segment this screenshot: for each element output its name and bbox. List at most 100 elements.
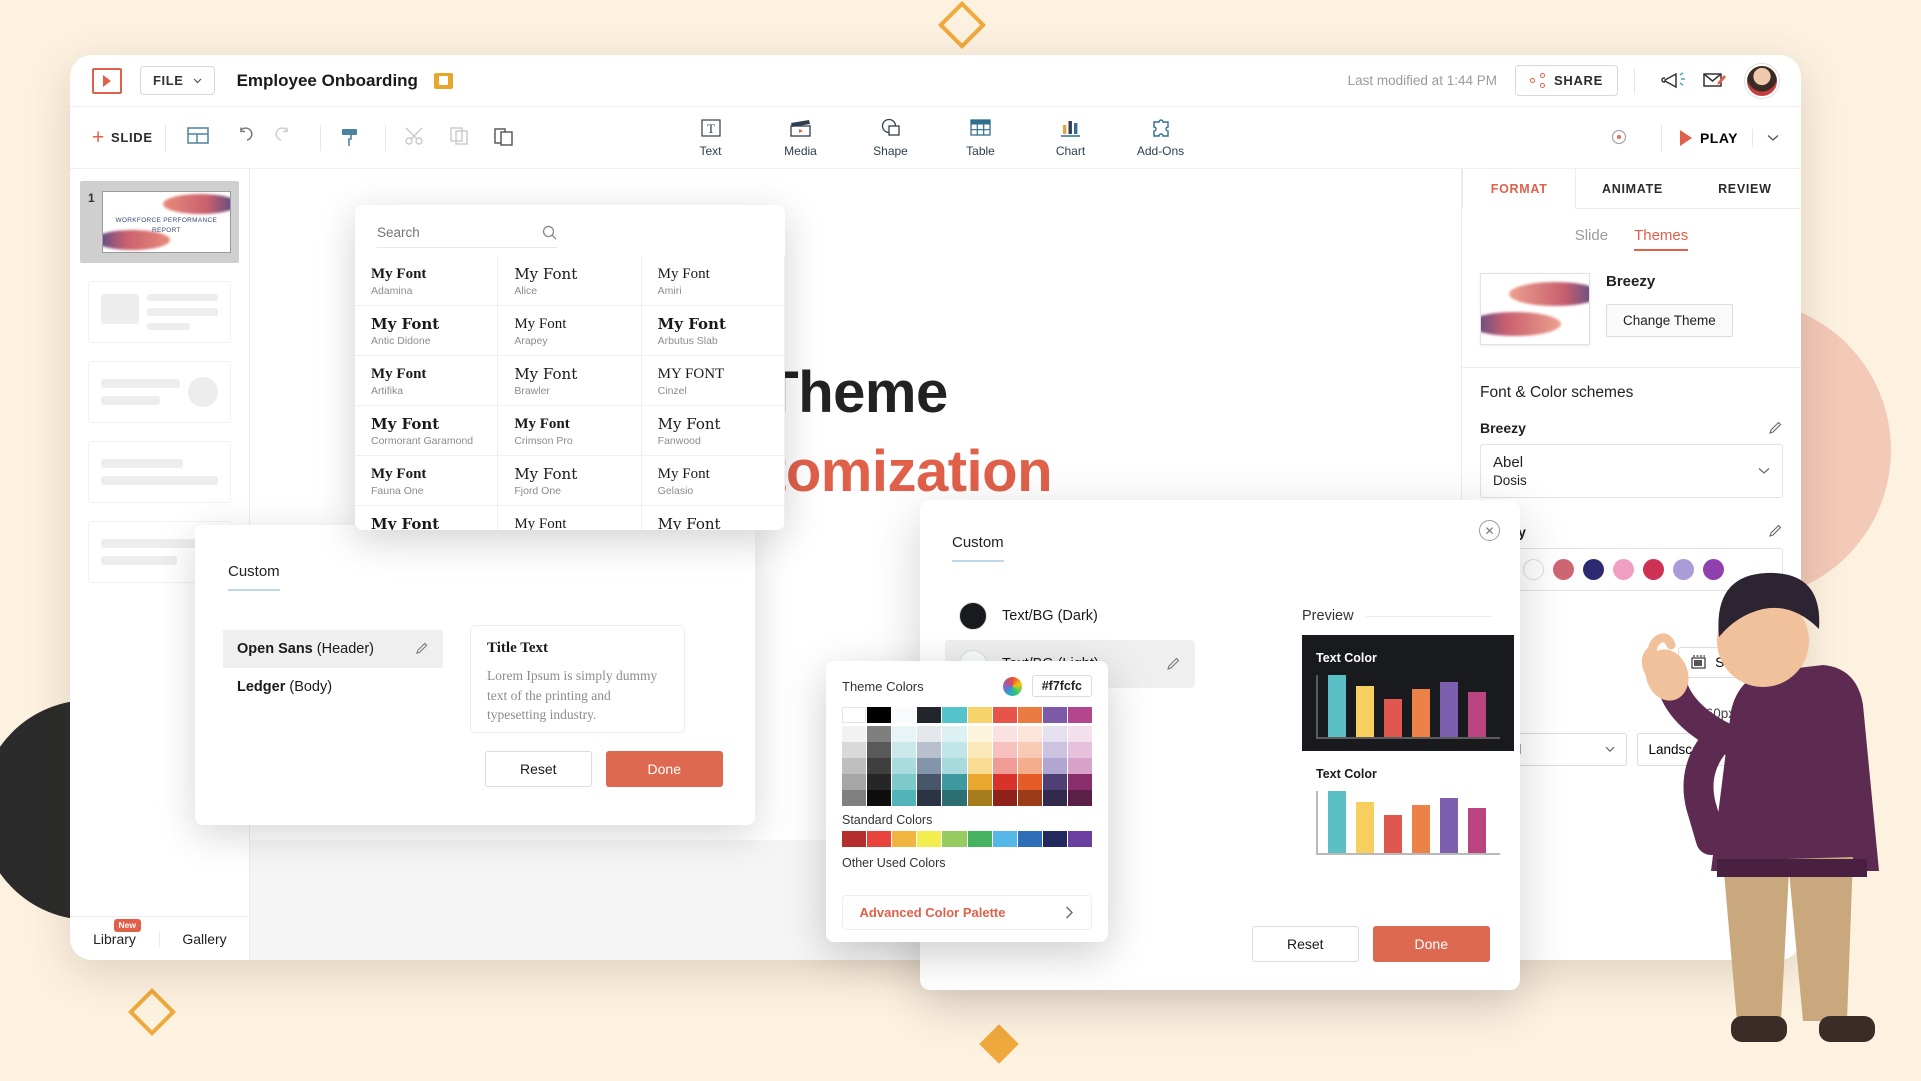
copy-icon[interactable]: [449, 126, 475, 150]
insert-media-button[interactable]: Media: [773, 117, 829, 158]
font-role-item[interactable]: Ledger (Body): [223, 668, 443, 706]
theme-color-swatch[interactable]: [867, 774, 892, 790]
play-button[interactable]: PLAY: [1679, 129, 1738, 146]
theme-color-swatch[interactable]: [1017, 742, 1042, 758]
hex-value-input[interactable]: #f7fcfc: [1031, 675, 1092, 697]
theme-color-swatch[interactable]: [1042, 742, 1067, 758]
theme-color-swatch[interactable]: [867, 790, 892, 806]
theme-color-swatch[interactable]: [942, 758, 967, 774]
standard-color-swatch[interactable]: [917, 831, 942, 847]
folder-icon[interactable]: [433, 72, 453, 89]
theme-color-swatch[interactable]: [967, 726, 992, 742]
undo-icon[interactable]: [231, 126, 257, 150]
standard-color-swatch[interactable]: [867, 831, 892, 847]
theme-color-swatch[interactable]: [867, 758, 892, 774]
font-option[interactable]: My Font Fjord One: [498, 456, 642, 506]
document-title[interactable]: Employee Onboarding: [237, 71, 418, 91]
font-done-button[interactable]: Done: [605, 751, 723, 787]
theme-color-swatch[interactable]: [967, 758, 992, 774]
insert-chart-button[interactable]: Chart: [1043, 117, 1099, 158]
font-option[interactable]: My Font Antic Didone: [355, 306, 499, 356]
theme-color-swatch[interactable]: [1067, 774, 1092, 790]
font-option[interactable]: My Font Cormorant Garamond: [355, 406, 499, 456]
subtab-themes[interactable]: Themes: [1634, 227, 1689, 251]
standard-color-swatch[interactable]: [842, 831, 867, 847]
pencil-icon[interactable]: [415, 642, 429, 656]
insert-shape-button[interactable]: Shape: [863, 117, 919, 158]
theme-color-swatch[interactable]: [1017, 758, 1042, 774]
theme-color-swatch[interactable]: [967, 742, 992, 758]
theme-color-swatch[interactable]: [992, 742, 1017, 758]
font-dialog-tab-custom[interactable]: Custom: [228, 563, 280, 591]
theme-color-swatch[interactable]: [1042, 726, 1067, 742]
megaphone-icon[interactable]: [1661, 68, 1691, 94]
theme-color-swatch[interactable]: [992, 726, 1017, 742]
slide-placeholder[interactable]: [88, 361, 231, 423]
share-button[interactable]: SHARE: [1514, 65, 1618, 96]
tab-format[interactable]: FORMAT: [1462, 169, 1577, 209]
theme-colors-grid[interactable]: [842, 726, 1092, 806]
theme-color-swatch[interactable]: [842, 726, 867, 742]
standard-color-swatch[interactable]: [892, 831, 917, 847]
theme-color-swatch[interactable]: [842, 774, 867, 790]
theme-color-swatch[interactable]: [992, 774, 1017, 790]
theme-color-swatch[interactable]: [842, 707, 867, 723]
font-option[interactable]: My Font Cinzel: [641, 356, 785, 406]
layout-icon[interactable]: [187, 126, 213, 150]
color-role-dot[interactable]: [959, 602, 987, 630]
theme-color-swatch[interactable]: [892, 707, 917, 723]
paint-roller-icon[interactable]: [340, 126, 366, 150]
font-option[interactable]: My Font Adamina: [355, 256, 499, 306]
insert-text-button[interactable]: T Text: [683, 117, 739, 158]
theme-color-swatch[interactable]: [1067, 742, 1092, 758]
theme-color-swatch[interactable]: [967, 707, 992, 723]
theme-color-swatch[interactable]: [917, 726, 942, 742]
theme-color-swatch[interactable]: [867, 742, 892, 758]
close-icon[interactable]: ✕: [1479, 520, 1500, 541]
theme-color-swatch[interactable]: [1042, 774, 1067, 790]
theme-color-swatch[interactable]: [917, 790, 942, 806]
advanced-color-palette-button[interactable]: Advanced Color Palette: [842, 895, 1092, 930]
theme-color-swatch[interactable]: [992, 707, 1017, 723]
theme-color-swatch[interactable]: [1042, 707, 1067, 723]
font-option[interactable]: My FontHeuristica: [642, 506, 785, 530]
theme-color-swatch[interactable]: [992, 790, 1017, 806]
theme-color-swatch[interactable]: [1067, 790, 1092, 806]
insert-addons-button[interactable]: Add-Ons: [1133, 117, 1189, 158]
color-wheel-icon[interactable]: [1002, 676, 1022, 696]
font-option[interactable]: My Font Brawler: [498, 356, 642, 406]
theme-color-swatch[interactable]: [942, 707, 967, 723]
user-avatar[interactable]: [1745, 63, 1779, 98]
theme-color-swatch[interactable]: [1067, 707, 1092, 723]
file-menu-button[interactable]: FILE: [140, 66, 215, 95]
font-picker-popup[interactable]: My FontAdaminaMy FontAliceMy FontAmiriMy…: [355, 205, 785, 530]
color-role-item[interactable]: Text/BG (Dark): [945, 592, 1195, 640]
slide-placeholder[interactable]: [88, 281, 231, 343]
slide-thumbnail-1[interactable]: 1 WORKFORCE PERFORMANCE REPORT: [80, 181, 239, 263]
theme-color-swatch[interactable]: [942, 790, 967, 806]
theme-color-swatch[interactable]: [867, 707, 892, 723]
font-option[interactable]: My Font Alice: [498, 256, 642, 306]
standard-color-swatch[interactable]: [1042, 831, 1067, 847]
tab-library[interactable]: New Library: [70, 918, 159, 947]
theme-color-swatch[interactable]: [942, 774, 967, 790]
redo-icon[interactable]: [275, 126, 301, 150]
font-option[interactable]: My Font Arapey: [498, 306, 642, 356]
add-slide-button[interactable]: + SLIDE: [92, 127, 153, 148]
font-role-item[interactable]: Open Sans (Header): [223, 630, 443, 668]
theme-color-swatch[interactable]: [892, 726, 917, 742]
theme-color-swatch[interactable]: [942, 742, 967, 758]
font-option[interactable]: My Font Amiri: [641, 256, 785, 306]
theme-color-swatch[interactable]: [1017, 707, 1042, 723]
theme-color-swatch[interactable]: [1042, 790, 1067, 806]
font-option[interactable]: My Font Arbutus Slab: [641, 306, 785, 356]
gear-icon[interactable]: [1608, 126, 1634, 150]
theme-color-swatch[interactable]: [892, 774, 917, 790]
pencil-icon[interactable]: [1768, 421, 1783, 436]
color-done-button[interactable]: Done: [1372, 926, 1490, 962]
theme-color-swatch[interactable]: [1067, 726, 1092, 742]
theme-color-swatch[interactable]: [892, 790, 917, 806]
theme-color-swatch[interactable]: [917, 758, 942, 774]
presentation-logo-icon[interactable]: [92, 67, 122, 94]
font-option[interactable]: My FontHannari: [498, 506, 642, 530]
